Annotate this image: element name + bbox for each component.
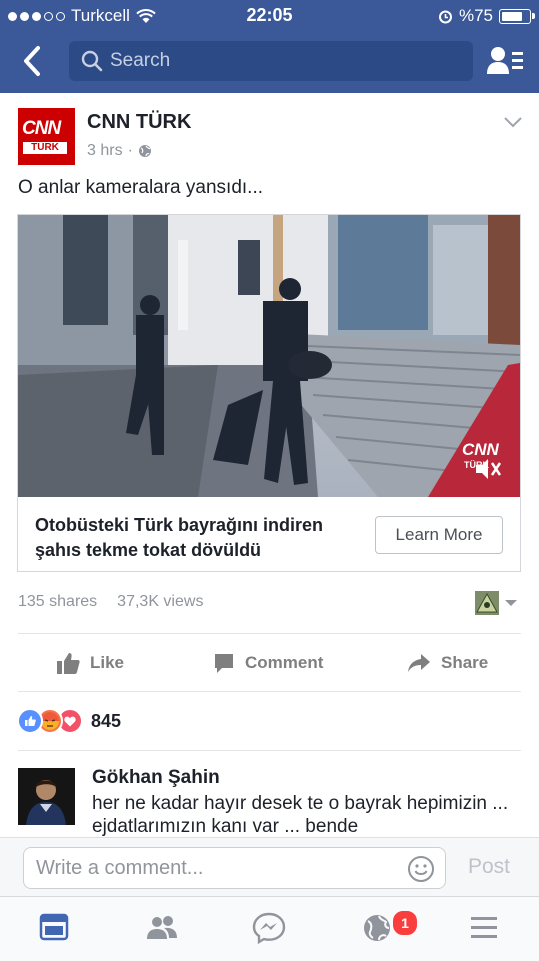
- audience-selector[interactable]: [475, 591, 523, 615]
- battery-percent: %75: [458, 6, 493, 25]
- logo-text-bottom: TÜRK: [23, 142, 67, 154]
- video-frame: CNN TÜRK: [18, 215, 520, 497]
- menu-icon[interactable]: [466, 911, 502, 945]
- shares-count[interactable]: 135 shares: [18, 593, 97, 611]
- meta-separator: ·: [127, 142, 133, 159]
- link-card[interactable]: CNN TÜRK Otobüsteki Türk bayrağını indir…: [17, 214, 521, 572]
- comment-placeholder: Write a comment...: [36, 857, 204, 879]
- status-bar: Turkcell 22:05 %75: [0, 0, 539, 30]
- views-count[interactable]: 37,3K views: [117, 593, 203, 611]
- search-bar[interactable]: Search: [69, 41, 473, 81]
- post-meta: 3 hrs ·: [87, 142, 152, 160]
- globe-icon: [138, 145, 151, 157]
- divider: [18, 750, 521, 751]
- post-stats: 135 shares 37,3K views: [18, 593, 203, 611]
- profile-thumb-icon: [475, 591, 517, 615]
- learn-more-button[interactable]: Learn More: [375, 516, 503, 554]
- news-feed-icon[interactable]: [36, 911, 72, 945]
- post-text: O anlar kameralara yansıdı...: [18, 177, 263, 198]
- tab-bar: [0, 896, 539, 961]
- chevron-down-icon[interactable]: [502, 112, 524, 132]
- friends-icon[interactable]: [144, 911, 180, 945]
- search-icon: [81, 50, 103, 72]
- battery-icon: [499, 8, 535, 24]
- post-time[interactable]: 3 hrs: [87, 142, 123, 160]
- sticker-icon[interactable]: [407, 855, 435, 883]
- share-label: Share: [441, 653, 489, 672]
- like-button[interactable]: Like: [56, 648, 124, 678]
- video-player[interactable]: CNN TÜRK: [18, 215, 520, 497]
- share-button[interactable]: Share: [407, 648, 488, 678]
- comment-input[interactable]: Write a comment...: [23, 847, 446, 889]
- avatar[interactable]: [18, 768, 75, 825]
- cnn-turk-logo[interactable]: CNN TÜRK: [18, 108, 75, 165]
- post-button[interactable]: Post: [468, 855, 510, 879]
- notifications-globe-icon[interactable]: [359, 911, 395, 945]
- share-arrow-icon: [408, 654, 430, 672]
- messenger-icon[interactable]: [251, 911, 287, 945]
- comment-button[interactable]: Comment: [213, 648, 323, 678]
- divider: [18, 691, 521, 692]
- top-bar: Turkcell 22:05 %75 Search: [0, 0, 539, 93]
- comment-icon: [215, 654, 233, 673]
- reaction-count: 845: [91, 710, 122, 731]
- page-name[interactable]: CNN TÜRK: [87, 111, 191, 134]
- alarm-icon: [438, 10, 452, 23]
- like-icon: [17, 708, 43, 734]
- comment-composer: Write a comment... Post: [0, 837, 539, 897]
- logo-text-top: CNN: [22, 118, 61, 139]
- thumbs-up-icon: [57, 653, 80, 674]
- reactions-summary[interactable]: 845: [17, 707, 121, 735]
- comment-text: her ne kadar hayır desek te o bayrak hep…: [92, 793, 509, 837]
- video-watermark-top: CNN: [462, 440, 500, 459]
- like-label: Like: [90, 653, 125, 672]
- search-placeholder: Search: [110, 50, 171, 71]
- comment-label: Comment: [245, 653, 324, 672]
- friend-list-icon[interactable]: [486, 44, 524, 78]
- notification-badge: 1: [391, 909, 419, 937]
- divider: [18, 633, 521, 634]
- back-arrow-icon[interactable]: [18, 44, 48, 78]
- status-right: %75: [438, 6, 535, 26]
- link-title[interactable]: Otobüsteki Türk bayrağını indiren şahıs …: [35, 513, 365, 563]
- comment-author[interactable]: Gökhan Şahin: [92, 767, 220, 789]
